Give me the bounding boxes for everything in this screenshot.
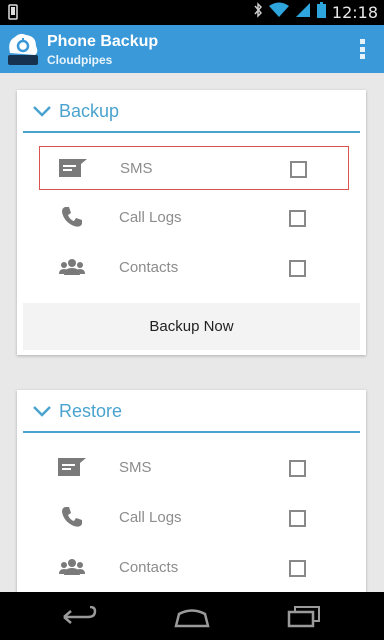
contacts-icon	[57, 254, 87, 280]
recent-apps-icon[interactable]	[284, 604, 324, 630]
action-bar: Phone Backup Cloudpipes	[0, 25, 384, 73]
overflow-menu-button[interactable]	[354, 37, 370, 61]
restore-sms-checkbox[interactable]	[289, 460, 306, 477]
chevron-down-icon	[32, 404, 52, 422]
backup-contacts-checkbox[interactable]	[289, 260, 306, 277]
backup-now-button[interactable]: Backup Now	[23, 303, 360, 350]
status-bar: 12:18	[0, 0, 384, 25]
restore-row-sms[interactable]: SMS	[39, 446, 349, 490]
restore-card: Restore SMS Call Logs Contacts	[17, 390, 366, 595]
restore-title: Restore	[59, 401, 123, 421]
overflow-dot	[359, 54, 365, 59]
battery-icon	[316, 2, 326, 23]
sms-icon	[57, 454, 87, 480]
clock: 12:18	[331, 3, 378, 22]
restore-call-logs-checkbox[interactable]	[289, 510, 306, 527]
restore-contacts-checkbox[interactable]	[289, 560, 306, 577]
overflow-dot	[359, 39, 365, 44]
wifi-icon	[268, 2, 289, 23]
backup-call-logs-checkbox[interactable]	[289, 210, 306, 227]
backup-title: Backup	[59, 101, 120, 121]
restore-contacts-label: Contacts	[119, 559, 179, 576]
phone-icon	[57, 204, 87, 230]
home-icon[interactable]	[172, 604, 212, 630]
phone-icon	[57, 504, 87, 530]
backup-row-sms[interactable]: SMS	[39, 146, 349, 190]
restore-row-contacts[interactable]: Contacts	[39, 546, 349, 590]
navigation-bar	[0, 592, 384, 640]
restore-header[interactable]: Restore	[23, 390, 360, 433]
backup-row-call-logs[interactable]: Call Logs	[39, 196, 349, 240]
bluetooth-icon	[253, 2, 263, 23]
android-notification-icon	[8, 4, 18, 25]
back-icon[interactable]	[60, 604, 100, 630]
backup-contacts-label: Contacts	[119, 259, 179, 276]
sms-icon	[58, 155, 88, 181]
backup-sms-label: SMS	[120, 160, 153, 177]
contacts-icon	[57, 554, 87, 580]
backup-header[interactable]: Backup	[23, 90, 360, 133]
chevron-down-icon	[32, 104, 52, 122]
app-subtitle: Cloudpipes	[47, 53, 113, 67]
backup-call-logs-label: Call Logs	[119, 209, 182, 226]
backup-card: Backup SMS Call Logs Contacts Backup Now	[17, 90, 366, 355]
restore-row-call-logs[interactable]: Call Logs	[39, 496, 349, 540]
backup-sms-checkbox[interactable]	[290, 161, 307, 178]
signal-icon	[295, 2, 311, 23]
app-logo-icon[interactable]	[6, 31, 40, 67]
overflow-dot	[359, 46, 365, 52]
restore-call-logs-label: Call Logs	[119, 509, 182, 526]
backup-row-contacts[interactable]: Contacts	[39, 246, 349, 290]
app-title: Phone Backup	[47, 33, 159, 50]
restore-sms-label: SMS	[119, 459, 152, 476]
